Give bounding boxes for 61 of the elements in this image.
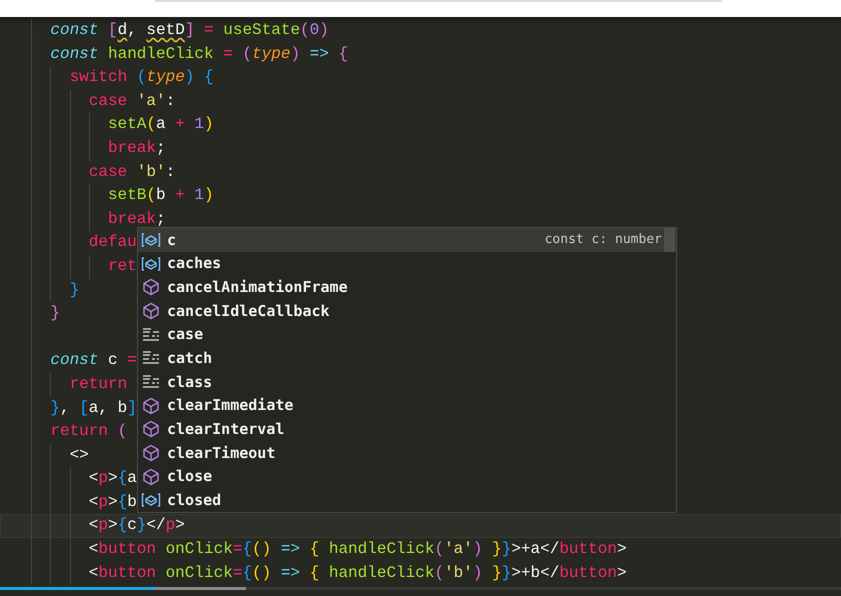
cube-icon [141,302,161,320]
suggestion-item[interactable]: catch [138,346,676,370]
code-line: switch (type) { [70,67,214,88]
variable-icon [141,491,161,510]
cube-icon [141,278,161,296]
code-line: const [d, setD] = useState(0) [50,20,329,41]
variable-icon [141,254,161,273]
suggestion-item[interactable]: cancelIdleCallback [138,299,676,323]
code-line: defau [88,232,137,254]
suggestion-label: clearTimeout [167,442,276,464]
code-line: const c = [50,350,137,372]
cube-icon [141,468,161,486]
suggestion-label: case [167,324,204,346]
cube-icon [141,396,161,415]
video-progress-bar[interactable] [0,587,841,590]
scrollbar-thumb[interactable] [664,228,675,252]
code-line: } [50,303,60,324]
cube-icon [141,420,161,438]
suggestion-item[interactable]: class [138,370,676,394]
code-line: <p>{a [88,468,137,490]
code-line: <> [70,444,89,466]
code-line: const handleClick = (type) => { [50,44,348,65]
suggestion-item[interactable]: cancelAnimationFrame [138,275,676,300]
code-line: <button onClick={() => { handleClick('a') }}>+a</button> [88,539,627,560]
suggestion-label: catch [167,348,212,370]
code-line: }, [a, b] [50,398,137,418]
suggestion-label: cancelAnimationFrame [167,276,348,298]
code-line: case 'b': [88,162,176,183]
suggestion-label: closed [167,490,222,512]
code-line: <p>{c}</p> [88,515,185,536]
suggestion-item[interactable]: clearTimeout [138,441,676,465]
suggestion-item[interactable]: c const c: number [138,228,676,252]
code-line: case 'a': [88,90,176,112]
code-line: break; [108,208,166,230]
keyword-icon [141,372,161,391]
suggestion-label: cancelIdleCallback [167,300,330,322]
suggestion-item[interactable]: caches [138,252,676,276]
suggestion-item[interactable]: case [138,322,676,346]
cube-icon [141,444,161,462]
suggestion-label: c [167,230,176,251]
suggestion-item[interactable]: closed [138,488,676,512]
code-line: return [70,374,128,395]
variable-icon [141,230,161,249]
suggestion-item[interactable]: clearInterval [138,418,676,442]
suggestion-label: caches [167,253,222,274]
code-line: break; [108,138,166,159]
code-line: return ( [50,421,128,442]
code-line: setA(a + 1) [108,114,214,136]
suggestion-item[interactable]: close [138,464,676,489]
code-line: ret [108,256,137,277]
code-line: } [70,280,80,301]
keyword-icon [141,326,161,344]
suggestion-label: clearInterval [167,419,284,440]
suggestion-label: class [167,372,212,393]
suggestion-item[interactable]: clearImmediate [138,394,676,418]
code-line: setB(b + 1) [108,185,214,206]
suggestion-label: close [167,466,212,488]
type-detail: const c: number [544,231,662,250]
code-line: <p>{b [88,492,137,513]
suggestion-label: clearImmediate [167,395,294,416]
code-line: <button onClick={() => { handleClick('b') }}>+b</button> [88,562,627,584]
